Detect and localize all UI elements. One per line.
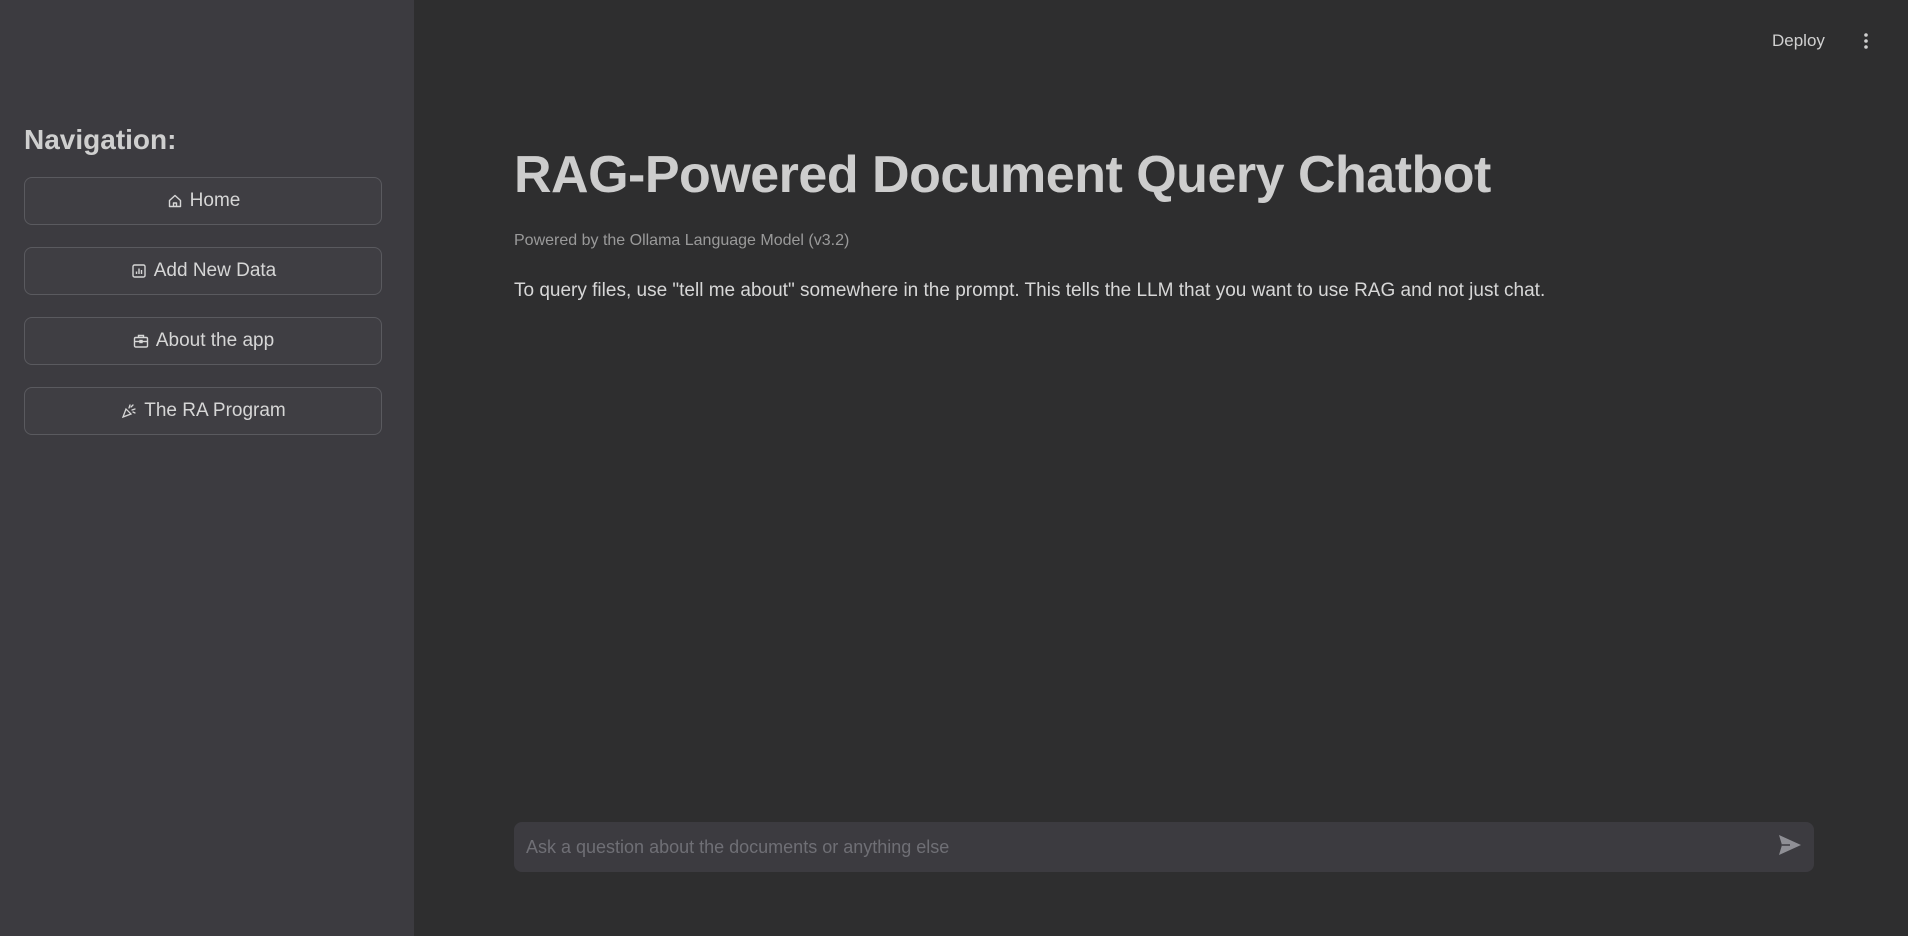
nav-button-home[interactable]: Home — [24, 177, 382, 225]
page-title: RAG-Powered Document Query Chatbot — [514, 146, 1491, 204]
send-icon — [1778, 834, 1802, 861]
deploy-button[interactable]: Deploy — [1772, 27, 1825, 55]
chat-input[interactable] — [514, 822, 1766, 872]
nav-button-add-new-data[interactable]: Add New Data — [24, 247, 382, 295]
navigation-title: Navigation: — [24, 124, 177, 155]
nav-button-the-ra-program[interactable]: The RA Program — [24, 387, 382, 435]
chat-input-container — [514, 822, 1814, 872]
nav-button-label: Add New Data — [153, 260, 277, 281]
nav-button-label: About the app — [155, 330, 275, 351]
chart-icon — [130, 262, 148, 280]
nav-button-label: Home — [189, 190, 241, 211]
app-root: Navigation: Home Add New Data About the … — [0, 0, 1908, 936]
intro-text: To query files, use "tell me about" some… — [514, 280, 1546, 301]
nav-button-about-the-app[interactable]: About the app — [24, 317, 382, 365]
nav-button-label: The RA Program — [144, 400, 286, 421]
home-icon — [166, 192, 184, 210]
briefcase-icon — [132, 332, 150, 350]
party-popper-icon — [120, 402, 138, 420]
page-subtitle: Powered by the Ollama Language Model (v3… — [514, 232, 850, 249]
send-button[interactable] — [1766, 823, 1814, 871]
sidebar: Navigation: Home Add New Data About the … — [0, 0, 414, 936]
kebab-menu-icon[interactable] — [1858, 30, 1874, 52]
